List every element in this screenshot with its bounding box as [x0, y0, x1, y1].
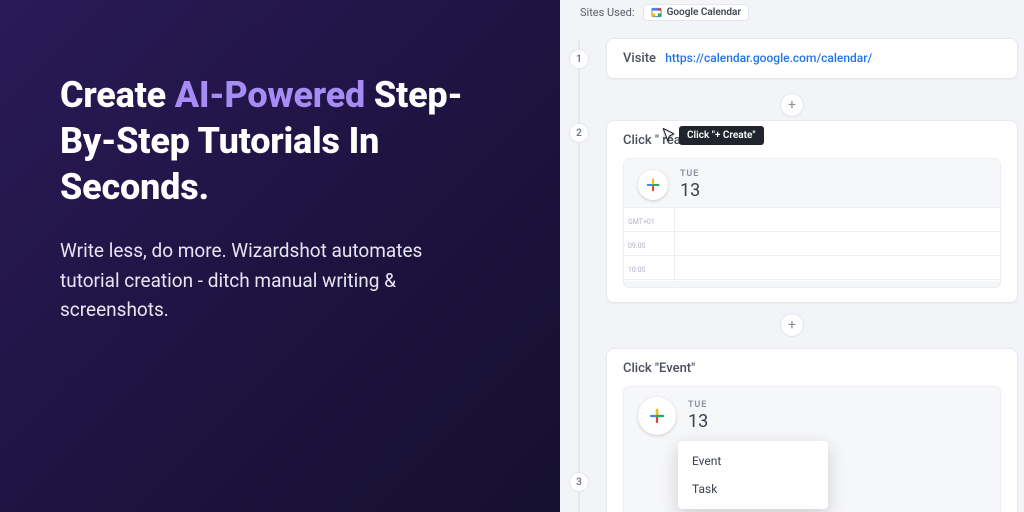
calendar-time-2: 09:00 [628, 234, 655, 258]
timeline-rail [578, 40, 580, 512]
step-3-screenshot: TUE 13 Event Task [623, 386, 1001, 512]
headline-pre: Create [60, 74, 175, 116]
calendar-day-of-month: 13 [680, 180, 700, 201]
site-chip-label: Google Calendar [667, 7, 741, 18]
calendar-day-of-month: 13 [688, 411, 708, 432]
hero-headline: Create AI-Powered Step-By-Step Tutorials… [60, 72, 500, 210]
plus-icon: + [788, 317, 796, 333]
google-create-fab[interactable] [638, 397, 676, 435]
google-create-fab[interactable] [638, 170, 668, 200]
step-card-3: Click "Event" TUE 13 Event Task [606, 348, 1018, 512]
calendar-day-column: TUE 13 [688, 400, 708, 432]
hero-left-panel: Create AI-Powered Step-By-Step Tutorials… [0, 0, 560, 512]
site-chip-google-calendar[interactable]: Google Calendar [643, 4, 749, 21]
timeline-node-3: 3 [569, 472, 589, 492]
step-1-action: Visite [623, 51, 656, 66]
tutorial-preview-panel: Sites Used: Google Calendar 1 2 3 Visite… [560, 0, 1024, 512]
calendar-header: TUE 13 [624, 159, 1000, 207]
timeline-node-3-number: 3 [576, 477, 582, 488]
calendar-day-of-week: TUE [680, 169, 700, 179]
calendar-grid: GMT+01 09:00 10:00 [624, 207, 1000, 281]
calendar-time-3: 10:00 [628, 258, 655, 282]
dropdown-item-task[interactable]: Task [678, 475, 828, 503]
timeline-node-1: 1 [569, 49, 589, 69]
plus-icon: + [788, 97, 796, 113]
calendar-time-labels: GMT+01 09:00 10:00 [628, 210, 655, 282]
step-3-title: Click "Event" [623, 361, 1001, 376]
cursor-icon [661, 127, 677, 143]
calendar-day-column: TUE 13 [680, 169, 700, 201]
google-calendar-icon [651, 7, 662, 18]
dropdown-item-event[interactable]: Event [678, 447, 828, 475]
step-1-url-link[interactable]: https://calendar.google.com/calendar/ [665, 51, 872, 65]
step-card-2: Click " reate" TUE 13 GMT+01 09:00 [606, 120, 1018, 303]
sites-used-label: Sites Used: [580, 6, 635, 19]
step-card-1: Visite https://calendar.google.com/calen… [606, 38, 1018, 79]
add-step-button[interactable]: + [780, 93, 804, 117]
timeline-node-2-number: 2 [576, 128, 582, 139]
sites-used-row: Sites Used: Google Calendar [580, 4, 749, 21]
step-2-screenshot: TUE 13 GMT+01 09:00 10:00 [623, 158, 1001, 288]
timeline-node-1-number: 1 [576, 54, 582, 65]
step-2-tooltip: Click "+ Create" [679, 126, 764, 145]
calendar-day-of-week: TUE [688, 400, 708, 410]
hero-subhead: Write less, do more. Wizardshot automate… [60, 236, 480, 324]
step-1-title-row: Visite https://calendar.google.com/calen… [623, 51, 1001, 66]
create-dropdown: Event Task [678, 441, 828, 509]
timeline-node-2: 2 [569, 123, 589, 143]
calendar-header: TUE 13 [624, 387, 1000, 441]
add-step-button[interactable]: + [780, 313, 804, 337]
calendar-time-1: GMT+01 [628, 210, 655, 234]
headline-accent: AI-Powered [175, 74, 365, 116]
